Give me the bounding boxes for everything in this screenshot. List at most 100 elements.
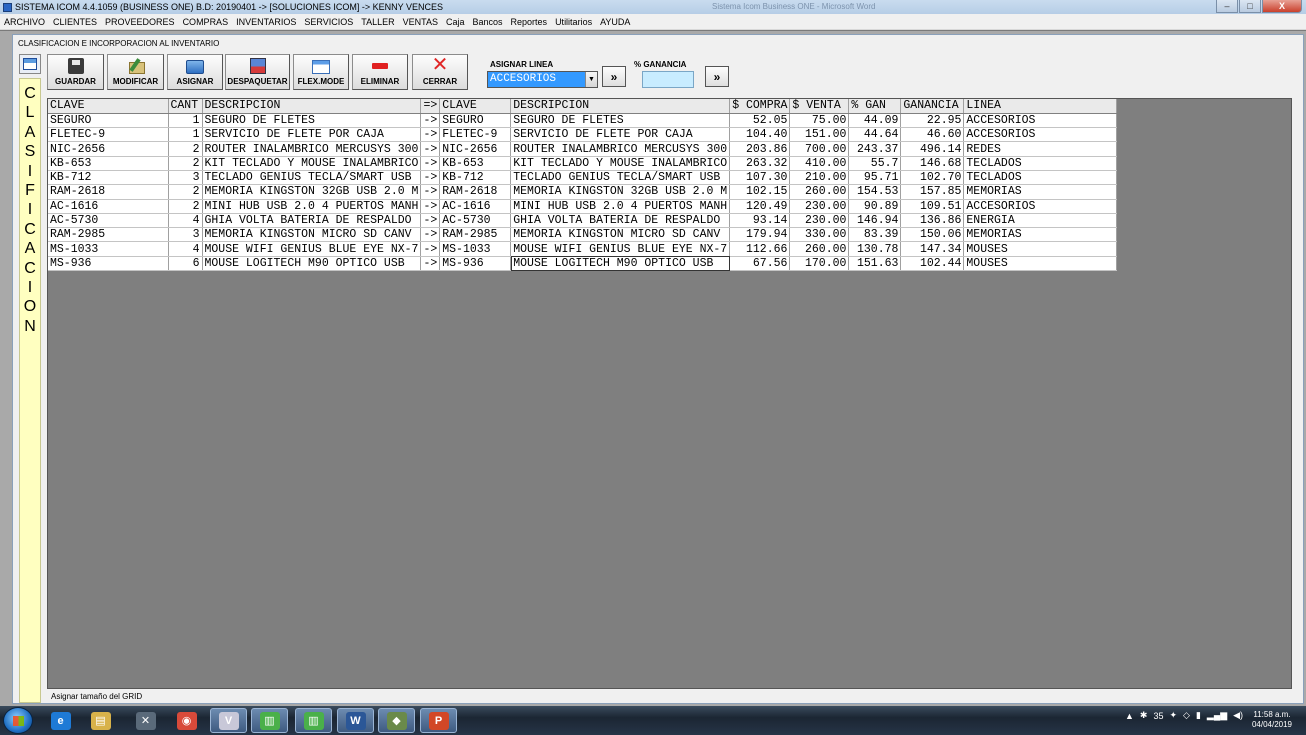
grid-cell[interactable]: 2 (168, 156, 203, 171)
grid-cell[interactable]: MOUSES (963, 241, 1118, 257)
grid-cell[interactable]: 496.14 (900, 141, 965, 157)
grid-cell[interactable]: TECLADO GENIUS TECLA/SMART USB (202, 170, 422, 186)
menu-item-reportes[interactable]: Reportes (507, 17, 552, 27)
grid-cell[interactable]: MOUSES (963, 256, 1118, 272)
grid-column-header[interactable]: % GAN (848, 99, 902, 114)
grid-cell[interactable]: AC-1616 (48, 199, 169, 214)
grid-cell[interactable]: MS-1033 (48, 241, 169, 257)
grid-column-header[interactable]: LINEA (963, 99, 1118, 114)
grid-cell[interactable]: SEGURO DE FLETES (202, 113, 422, 129)
grid-cell[interactable]: TECLADO GENIUS TECLA/SMART USB (510, 170, 731, 186)
grid-cell[interactable]: -> (420, 199, 441, 214)
start-button[interactable] (3, 707, 33, 734)
grid-cell[interactable]: -> (420, 141, 441, 157)
grid-cell[interactable]: KIT TECLADO Y MOUSE INALAMBRICO (202, 156, 422, 171)
table-row[interactable]: AC-1616 2 MINI HUB USB 2.0 4 PUERTOS MANH -… (48, 199, 1118, 214)
grid-cell[interactable]: 146.68 (900, 156, 965, 171)
grid-cell[interactable]: 55.7 (848, 156, 902, 171)
grid-cell[interactable]: 1 (168, 127, 203, 143)
table-row[interactable]: NIC-2656 2 ROUTER INALAMBRICO MERCUSYS 300… (48, 141, 1118, 157)
grid-cell[interactable]: 151.00 (789, 127, 850, 143)
taskbar-chrome-button[interactable]: ◉ (168, 708, 205, 733)
grid-cell[interactable]: AC-5730 (48, 213, 169, 229)
grid-cell[interactable]: ACCESORIOS (963, 127, 1118, 143)
menu-item-ayuda[interactable]: AYUDA (596, 17, 634, 27)
grid-column-header[interactable]: CLAVE (439, 99, 512, 114)
grid-cell[interactable]: KIT TECLADO Y MOUSE INALAMBRICO (510, 156, 731, 171)
minimize-button[interactable]: – (1216, 0, 1238, 13)
grid-cell[interactable]: 67.56 (729, 256, 791, 272)
grid-cell[interactable]: 150.06 (900, 227, 965, 243)
grid-cell[interactable]: MEMORIAS (963, 227, 1118, 243)
grid-column-header[interactable]: CLAVE (48, 99, 169, 114)
grid-cell[interactable]: MEMORIAS (963, 184, 1118, 200)
cerrar-button[interactable]: ✕ CERRAR (412, 54, 468, 90)
grid-cell[interactable]: SERVICIO DE FLETE POR CAJA (510, 127, 731, 143)
menu-item-clientes[interactable]: CLIENTES (49, 17, 101, 27)
menu-item-ventas[interactable]: VENTAS (399, 17, 442, 27)
grid-cell[interactable]: MS-936 (48, 256, 169, 272)
maximize-button[interactable]: □ (1239, 0, 1261, 13)
grid-cell[interactable]: 4 (168, 213, 203, 229)
grid-cell[interactable]: MS-936 (439, 256, 512, 272)
tray-app-icon[interactable]: ✱ (1140, 710, 1148, 721)
menu-item-servicios[interactable]: SERVICIOS (300, 17, 357, 27)
table-row[interactable]: KB-653 2 KIT TECLADO Y MOUSE INALAMBRICO ->… (48, 156, 1118, 171)
menu-item-archivo[interactable]: ARCHIVO (0, 17, 49, 27)
grid-column-header[interactable]: DESCRIPCION (202, 99, 422, 114)
grid-column-header[interactable]: CANT (168, 99, 203, 114)
grid-cell[interactable]: 157.85 (900, 184, 965, 200)
grid-cell[interactable]: NIC-2656 (439, 141, 512, 157)
grid-cell[interactable]: MOUSE WIFI GENIUS BLUE EYE NX-7 (202, 241, 422, 257)
apply-ganancia-button[interactable]: » (705, 66, 729, 87)
grid-cell[interactable]: MOUSE LOGITECH M90 OPTICO USB (202, 256, 422, 272)
grid-cell[interactable]: TECLADOS (963, 156, 1118, 171)
grid-cell[interactable]: MEMORIA KINGSTON MICRO SD CANV (202, 227, 422, 243)
grid-cell[interactable]: ROUTER INALAMBRICO MERCUSYS 300 (510, 141, 731, 157)
grid-cell[interactable]: 93.14 (729, 213, 791, 229)
grid-cell[interactable]: 44.09 (848, 113, 902, 129)
grid-cell[interactable]: 179.94 (729, 227, 791, 243)
grid-cell[interactable]: 22.95 (900, 113, 965, 129)
grid-cell[interactable]: SERVICIO DE FLETE POR CAJA (202, 127, 422, 143)
grid-cell[interactable]: 102.15 (729, 184, 791, 200)
grid-column-header[interactable]: GANANCIA (900, 99, 965, 114)
chevron-up-icon[interactable]: ▲ (1125, 711, 1134, 721)
asignar-button[interactable]: ASIGNAR (167, 54, 223, 90)
grid-cell[interactable]: 44.64 (848, 127, 902, 143)
grid-cell[interactable]: RAM-2618 (48, 184, 169, 200)
grid-cell[interactable]: KB-653 (439, 156, 512, 171)
grid-cell[interactable]: 230.00 (789, 213, 850, 229)
grid-cell[interactable]: SEGURO DE FLETES (510, 113, 731, 129)
grid-cell[interactable]: AC-1616 (439, 199, 512, 214)
data-grid-area[interactable]: CLAVE CANT DESCRIPCION => CLAVE DESCRIPCION $ … (47, 98, 1292, 689)
bluetooth-icon[interactable]: ✦ (1169, 710, 1177, 721)
grid-cell[interactable]: 112.66 (729, 241, 791, 257)
grid-cell[interactable]: 75.00 (789, 113, 850, 129)
grid-cell[interactable]: 330.00 (789, 227, 850, 243)
table-row[interactable]: MS-936 6 MOUSE LOGITECH M90 OPTICO USB -> MS… (48, 256, 1118, 272)
taskbar-powerpoint-button[interactable]: P (420, 708, 457, 733)
grid-cell[interactable]: 243.37 (848, 141, 902, 157)
taskbar-icom-2-button[interactable]: ▥ (295, 708, 332, 733)
grid-column-header[interactable]: => (420, 99, 441, 114)
grid-cell[interactable]: 263.32 (729, 156, 791, 171)
grid-column-header[interactable]: $ VENTA (789, 99, 850, 114)
menu-item-inventarios[interactable]: INVENTARIOS (232, 17, 300, 27)
menu-item-compras[interactable]: COMPRAS (179, 17, 233, 27)
grid-cell[interactable]: NIC-2656 (48, 141, 169, 157)
form-icon[interactable] (19, 54, 41, 74)
grid-cell[interactable]: -> (420, 256, 441, 272)
taskbar-tools-button[interactable]: ✕ (127, 708, 164, 733)
grid-cell[interactable]: MOUSE WIFI GENIUS BLUE EYE NX-7 (510, 241, 731, 257)
grid-cell[interactable]: 203.86 (729, 141, 791, 157)
inventory-grid[interactable]: CLAVE CANT DESCRIPCION => CLAVE DESCRIPCION $ … (48, 99, 1118, 272)
table-row[interactable]: RAM-2618 2 MEMORIA KINGSTON 32GB USB 2.0 M… (48, 184, 1118, 200)
grid-column-header[interactable]: $ COMPRA (729, 99, 791, 114)
grid-cell[interactable]: MEMORIA KINGSTON 32GB USB 2.0 M (202, 184, 422, 200)
grid-cell[interactable]: MOUSE LOGITECH M90 OPTICO USB (510, 256, 731, 272)
grid-cell[interactable]: 120.49 (729, 199, 791, 214)
grid-cell[interactable]: 130.78 (848, 241, 902, 257)
dropbox-icon[interactable]: ◇ (1183, 710, 1190, 721)
grid-cell[interactable]: 2 (168, 141, 203, 157)
